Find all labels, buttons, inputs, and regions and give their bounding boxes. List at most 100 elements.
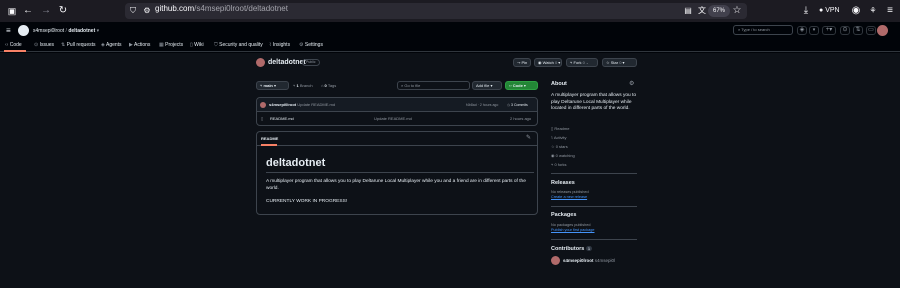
- forks-link[interactable]: ⑂ 0 forks: [551, 162, 567, 167]
- contributor-avatar[interactable]: [551, 256, 560, 265]
- table-icon: ▦: [159, 42, 164, 48]
- tab-issues-label: Issues: [39, 42, 55, 48]
- forward-icon[interactable]: →: [40, 5, 52, 17]
- fork-button[interactable]: ⑂ Fork 0 ▾: [566, 58, 598, 67]
- pull-requests-icon[interactable]: ⇅: [853, 26, 863, 35]
- extensions-icon[interactable]: ⚘: [867, 5, 879, 17]
- commits-label: 3 Commits: [511, 103, 528, 107]
- publish-package-link[interactable]: Publish your first package: [551, 228, 594, 233]
- inbox-icon[interactable]: ▭: [866, 26, 876, 35]
- go-to-file-input[interactable]: ⌕ Go to file: [397, 81, 470, 90]
- commit-author[interactable]: s4msepi0lroot: [269, 102, 296, 107]
- shield-icon[interactable]: ⛉: [127, 5, 139, 17]
- stars-link-label: 0 stars: [555, 144, 568, 149]
- search-input[interactable]: ⌕ Type / to search: [733, 25, 793, 35]
- readme-title: deltadotnet: [266, 157, 326, 169]
- menu-icon[interactable]: ≡: [884, 5, 896, 17]
- tab-security-label: Security and quality: [219, 42, 263, 48]
- url-host: github.com: [155, 4, 195, 13]
- file-commit-message[interactable]: Update README.md: [374, 116, 412, 122]
- branches-link[interactable]: ⑂ 1 Branch: [293, 83, 313, 89]
- chevron-down-icon: ▾: [558, 60, 561, 65]
- create-new-icon[interactable]: +▾: [822, 26, 836, 35]
- sidebar-toggle-icon[interactable]: ▣: [6, 5, 18, 17]
- readme-link[interactable]: ▯ Readme: [551, 126, 569, 131]
- copilot-icon[interactable]: ◈: [797, 26, 807, 35]
- url-text[interactable]: github.com/s4msepi0lroot/deltadotnet: [155, 4, 288, 13]
- tab-agents[interactable]: ◈ Agents: [101, 42, 122, 48]
- visibility-badge: Public: [302, 59, 320, 66]
- hamburger-icon[interactable]: ≡: [6, 26, 11, 36]
- issue-icon: ⊙: [34, 42, 39, 48]
- watch-count: 0: [554, 60, 558, 65]
- reload-icon[interactable]: ↻: [57, 5, 69, 17]
- tab-insights[interactable]: ⌇ Insights: [269, 42, 290, 48]
- tab-code-label: Code: [9, 42, 22, 48]
- tab-actions[interactable]: ▶ Actions: [129, 42, 150, 48]
- chevron-down-icon[interactable]: ▾: [97, 28, 100, 34]
- zoom-level[interactable]: 67%: [708, 5, 730, 17]
- packages-heading[interactable]: Packages: [551, 212, 576, 219]
- table-row[interactable]: ▯ README.md Update README.md 2 hours ago: [257, 113, 537, 125]
- chevron-down-icon: ▾: [622, 60, 625, 65]
- back-icon[interactable]: ←: [22, 5, 34, 17]
- reader-view-icon[interactable]: ▤: [682, 5, 694, 17]
- tab-pull-requests[interactable]: ⇅ Pull requests: [61, 42, 96, 48]
- readme-divider: [257, 145, 537, 146]
- pencil-icon[interactable]: ✎: [526, 135, 531, 142]
- repo-owner-avatar[interactable]: [256, 58, 265, 67]
- gear-icon[interactable]: ⚙: [629, 81, 634, 88]
- tab-issues[interactable]: ⊙ Issues: [34, 42, 54, 48]
- readme-tab[interactable]: README: [261, 136, 278, 142]
- tags-link[interactable]: ⌂ 0 Tags: [321, 83, 336, 89]
- chevron-down-icon: ▾: [490, 83, 493, 88]
- tab-insights-label: Insights: [272, 42, 291, 48]
- breadcrumb-repo[interactable]: deltadotnet: [68, 28, 95, 34]
- eye-icon: ◉: [551, 153, 555, 158]
- account-icon[interactable]: ◉: [850, 5, 862, 17]
- file-name[interactable]: README.md: [270, 116, 294, 122]
- active-tab-underline: [4, 50, 26, 52]
- file-time: 2 hours ago: [510, 116, 532, 121]
- watching-link[interactable]: ◉ 0 watching: [551, 153, 575, 158]
- branch-icon: ⑂: [260, 83, 263, 88]
- tab-projects[interactable]: ▦ Projects: [159, 42, 183, 48]
- fork-label: Fork: [573, 60, 582, 65]
- breadcrumb-owner[interactable]: s4msepi0lroot: [33, 28, 64, 34]
- watch-button[interactable]: ◉ Watch 0 ▾: [534, 58, 562, 67]
- commit-message[interactable]: Update README.md: [297, 102, 335, 107]
- branch-selector[interactable]: ⑂ main ▾: [256, 81, 289, 90]
- avatar[interactable]: [877, 25, 888, 36]
- github-logo-icon[interactable]: [18, 25, 29, 36]
- commit-hash-time[interactable]: f4b8ad · 2 hours ago: [466, 102, 498, 108]
- readme-paragraph: A multiplayer program that allows you to…: [266, 179, 526, 191]
- issues-icon[interactable]: ⊙: [840, 26, 850, 35]
- tab-settings[interactable]: ⚙ Settings: [299, 42, 323, 48]
- translate-icon[interactable]: 文: [696, 5, 708, 17]
- code-button[interactable]: ‹› Code ▾: [505, 81, 538, 90]
- commit-author-avatar[interactable]: [260, 102, 266, 108]
- copilot-menu-icon[interactable]: ▾: [809, 26, 819, 35]
- download-icon[interactable]: ⤓: [800, 5, 812, 17]
- create-release-link[interactable]: Create a new release: [551, 195, 587, 200]
- url-path: /s4msepi0lroot/deltadotnet: [194, 4, 288, 13]
- vpn-button[interactable]: ● VPN: [819, 6, 840, 16]
- contributors-heading-row[interactable]: Contributors 1: [551, 245, 593, 253]
- tab-wiki[interactable]: ▯ Wiki: [190, 42, 204, 48]
- stars-link[interactable]: ☆ 0 stars: [551, 144, 568, 149]
- pin-button[interactable]: ⊸ Pin: [513, 58, 531, 67]
- site-info-icon[interactable]: ⚙: [141, 5, 153, 17]
- repo-title[interactable]: deltadotnet: [268, 58, 306, 67]
- about-description: A multiplayer program that allows you to…: [551, 93, 637, 111]
- bookmark-star-icon[interactable]: ☆: [731, 5, 743, 17]
- star-button[interactable]: ☆ Star 0 ▾: [602, 58, 637, 67]
- contributor-item[interactable]: s4msepi0lroot s4msepi0l: [563, 258, 615, 263]
- activity-link[interactable]: ⌇ Activity: [551, 135, 567, 140]
- search-placeholder: Type / to search: [741, 27, 770, 32]
- go-to-file-placeholder: Go to file: [404, 83, 421, 88]
- commits-link[interactable]: ◷ 3 Commits: [507, 102, 528, 108]
- tab-security[interactable]: ⛉ Security and quality: [214, 42, 263, 48]
- releases-heading[interactable]: Releases: [551, 180, 575, 187]
- tab-code[interactable]: ‹› Code: [5, 42, 22, 48]
- add-file-button[interactable]: Add file ▾: [472, 81, 502, 90]
